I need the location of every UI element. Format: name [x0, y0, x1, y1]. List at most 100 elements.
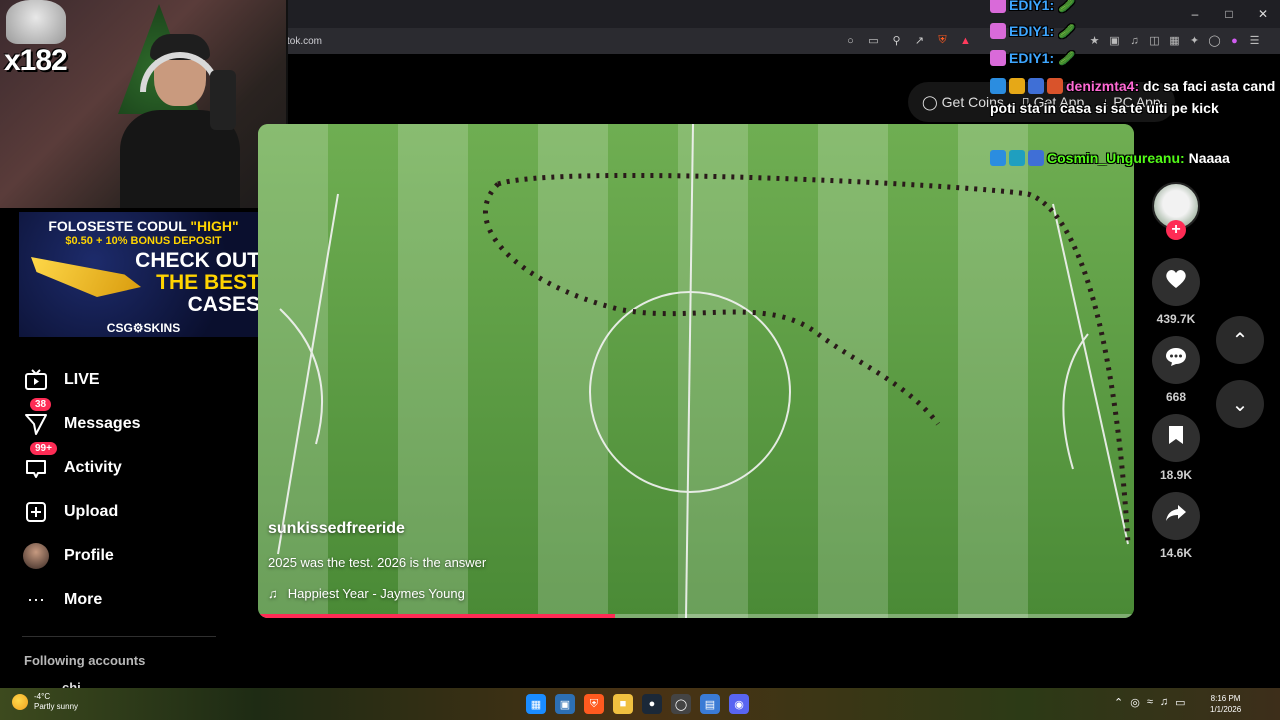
video-player[interactable]: sunkissedfreeride 2025 was the test. 202…: [258, 124, 1134, 618]
chat-username: EDIY1:: [1009, 23, 1055, 39]
chat-message: EDIY1: 🥒: [990, 47, 1280, 69]
knife-image: [31, 257, 141, 297]
sidebar-item-upload[interactable]: Upload: [22, 497, 118, 527]
heart-icon: [1165, 269, 1187, 295]
avatar-icon: [22, 542, 50, 570]
live-tv-icon: [22, 366, 50, 394]
sidebar-item-more[interactable]: ⋯ More: [22, 585, 102, 615]
promo-prefix: FOLOSESTE CODUL: [48, 218, 191, 234]
obs-icon[interactable]: ◯: [671, 694, 691, 714]
zoom-icon[interactable]: ⚲: [888, 32, 905, 49]
sub-badge-icon: [1028, 150, 1044, 166]
temperature: -4°C: [34, 692, 51, 701]
share-icon[interactable]: ↗: [911, 32, 928, 49]
weather-condition: Partly sunny: [34, 702, 79, 711]
chat-text: 🥒: [1058, 0, 1076, 13]
subscriber-badge-icon: [990, 0, 1006, 13]
promo-code: "HIGH": [190, 218, 239, 234]
verified-badge-icon: [1009, 150, 1025, 166]
clock-time: 8:16 PM: [1210, 694, 1241, 703]
cast-icon[interactable]: ▭: [865, 32, 882, 49]
cat-image: [6, 0, 66, 44]
clock-date: 1/1/2026: [1210, 705, 1242, 714]
video-author[interactable]: sunkissedfreeride: [268, 520, 405, 538]
gift-badge-icon: [1047, 78, 1063, 94]
chat-message: EDIY1: 🥒: [990, 0, 1280, 16]
multiplier-label: x182: [4, 44, 68, 77]
windows-start-icon[interactable]: ▦: [526, 694, 546, 714]
chat-text: 🥒: [1058, 23, 1076, 39]
video-progress-fill: [258, 614, 615, 618]
rewards-icon[interactable]: ▲: [957, 32, 974, 49]
microphone: [210, 70, 236, 130]
bell-off-icon[interactable]: ○: [842, 32, 859, 49]
music-note-icon: ♫: [268, 586, 278, 601]
upload-plus-icon: [22, 498, 50, 526]
moderator-badge-icon: [990, 78, 1006, 94]
follow-plus-icon[interactable]: +: [1166, 220, 1186, 240]
like-count: 439.7K: [1156, 312, 1196, 326]
chat-text: Naaaa: [1188, 150, 1230, 166]
next-video-button[interactable]: ⌄: [1216, 380, 1264, 428]
chat-username: Cosmin_Ungureanu:: [1047, 150, 1185, 166]
sidebar-item-label: Activity: [64, 459, 122, 476]
address-bar-icons: ○ ▭ ⚲ ↗ ⛨ ▲: [842, 32, 974, 49]
discord-icon[interactable]: ◉: [729, 694, 749, 714]
brave-shield-icon[interactable]: ⛨: [934, 32, 951, 49]
promo-cases: CASES: [187, 293, 260, 316]
subscriber-badge-icon: [990, 23, 1006, 39]
streamer-webcam: x182: [0, 0, 288, 208]
paper-plane-icon: 38: [22, 398, 52, 438]
notepad-icon[interactable]: ▤: [700, 694, 720, 714]
battery-icon[interactable]: ▭: [1175, 696, 1185, 709]
chevron-down-icon: ⌄: [1231, 393, 1249, 416]
save-button[interactable]: [1152, 414, 1200, 462]
chat-username: EDIY1:: [1009, 0, 1055, 13]
promo-check-out: CHECK OUT: [135, 249, 260, 272]
share-button[interactable]: [1152, 492, 1200, 540]
sidebar-item-label: More: [64, 591, 103, 608]
chevron-up-icon: ⌃: [1231, 329, 1249, 352]
task-view-icon[interactable]: ▣: [555, 694, 575, 714]
weather-text: -4°C Partly sunny: [34, 692, 78, 712]
comment-button[interactable]: [1152, 336, 1200, 384]
chat-text: 🥒: [1058, 50, 1076, 66]
taskbar-apps: ▦ ▣ ⛨ ■ ● ◯ ▤ ◉: [526, 694, 749, 714]
wifi-icon[interactable]: ≈: [1147, 696, 1153, 709]
weather-widget[interactable]: -4°C Partly sunny: [12, 692, 78, 712]
crown-badge-icon: [1009, 78, 1025, 94]
chat-message: denizmta4: dc sa faci asta cand poti sta…: [990, 75, 1280, 119]
sidebar-item-messages[interactable]: 38 Messages: [22, 398, 141, 439]
like-button[interactable]: [1152, 258, 1200, 306]
partly-sunny-icon: [12, 694, 28, 710]
moderator-badge-icon: [990, 150, 1006, 166]
following-accounts-title: Following accounts: [24, 653, 146, 668]
volume-icon[interactable]: ♫: [1160, 696, 1168, 709]
previous-video-button[interactable]: ⌃: [1216, 316, 1264, 364]
subscriber-badge-icon: [990, 50, 1006, 66]
file-explorer-icon[interactable]: ■: [613, 694, 633, 714]
sub-badge-icon: [1028, 78, 1044, 94]
sidebar-item-profile[interactable]: Profile: [22, 541, 114, 571]
avatar: [23, 543, 49, 569]
share-count: 14.6K: [1159, 546, 1193, 560]
sidebar-item-activity[interactable]: 99+ Activity: [22, 442, 122, 483]
system-tray: ⌃ ◎ ≈ ♫ ▭: [1114, 696, 1186, 709]
sidebar-item-live[interactable]: LIVE: [22, 365, 100, 395]
video-caption: 2025 was the test. 2026 is the answer: [268, 555, 487, 570]
steam-icon[interactable]: ●: [642, 694, 662, 714]
clock[interactable]: 8:16 PM 1/1/2026: [1210, 693, 1241, 715]
promo-the-best: THE BEST: [156, 271, 260, 294]
chat-username: EDIY1:: [1009, 50, 1055, 66]
notification-badge: 38: [30, 398, 52, 411]
video-music[interactable]: ♫ Happiest Year - Jaymes Young: [268, 586, 465, 601]
notification-badge: 99+: [30, 442, 57, 455]
sidebar-divider: [22, 636, 216, 637]
chevron-up-icon[interactable]: ⌃: [1114, 696, 1123, 709]
bookmark-icon: [1168, 425, 1184, 451]
coin-icon: ◯: [922, 93, 938, 110]
brave-browser-icon[interactable]: ⛨: [584, 694, 604, 714]
save-count: 18.9K: [1159, 468, 1193, 482]
share-arrow-icon: [1165, 504, 1187, 528]
network-icon[interactable]: ◎: [1130, 696, 1140, 709]
